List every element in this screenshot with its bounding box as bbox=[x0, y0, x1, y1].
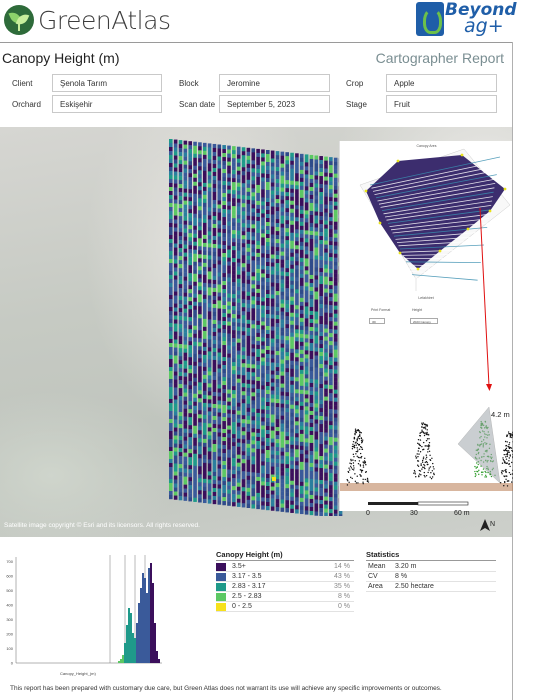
header-divider bbox=[0, 42, 512, 43]
statistic-value: 8 % bbox=[395, 573, 408, 580]
legend-range: 3.5+ bbox=[232, 563, 246, 570]
legend-row: 2.5 - 2.83 8 % bbox=[216, 592, 354, 602]
statistic-value: 3.20 m bbox=[395, 563, 417, 570]
statistic-row: Area 2.50 hectare bbox=[366, 582, 496, 592]
legend-percent: 0 % bbox=[337, 603, 350, 610]
inset-height-select[interactable]: 2023 Canopy bbox=[410, 318, 438, 324]
inset-format-select[interactable]: 3D bbox=[369, 318, 385, 324]
legend-percent: 8 % bbox=[337, 593, 350, 600]
beyond-ag-logo: Beyond ag+ bbox=[412, 0, 517, 38]
scan-date-label: Scan date bbox=[179, 100, 216, 109]
legend-percent: 35 % bbox=[334, 583, 350, 590]
histogram-y-tick: 0 bbox=[11, 661, 14, 666]
stage-label: Stage bbox=[346, 100, 367, 109]
histogram-x-label: Canopy_Height_(m) bbox=[60, 671, 96, 676]
inset-select2-label: Height bbox=[412, 308, 423, 312]
inset-select1-label: Print Format bbox=[371, 308, 391, 312]
statistic-row: CV 8 % bbox=[366, 572, 496, 582]
scan-date-field: September 5, 2023 bbox=[219, 95, 330, 113]
histogram-y-tick: 700 bbox=[6, 559, 13, 564]
scale-label-30: 30 bbox=[410, 510, 418, 517]
histogram-y-tick: 600 bbox=[6, 574, 13, 579]
legend-swatch bbox=[216, 593, 226, 601]
legend-percent: 43 % bbox=[334, 573, 350, 580]
legend-row: 3.5+ 14 % bbox=[216, 562, 354, 572]
statistic-label: Mean bbox=[368, 563, 386, 570]
legend-range: 2.83 - 3.17 bbox=[232, 583, 266, 590]
statistic-row: Mean 3.20 m bbox=[366, 562, 496, 572]
client-label: Client bbox=[12, 79, 33, 88]
page-title: Canopy Height (m) bbox=[2, 50, 120, 66]
beyond-ag-badge-icon bbox=[416, 2, 444, 36]
legend-swatch bbox=[216, 583, 226, 591]
report-type: Cartographer Report bbox=[375, 50, 504, 66]
legend-percent: 14 % bbox=[334, 563, 350, 570]
legend-swatch bbox=[216, 563, 226, 571]
legend-swatch bbox=[216, 603, 226, 611]
statistic-label: CV bbox=[368, 573, 378, 580]
sprout-icon bbox=[4, 5, 34, 35]
statistics-title: Statistics bbox=[366, 550, 400, 559]
statistic-label: Area bbox=[368, 583, 383, 590]
crop-field: Apple bbox=[386, 74, 497, 92]
block-label: Block bbox=[179, 79, 199, 88]
legend-range: 2.5 - 2.83 bbox=[232, 593, 262, 600]
legend-swatch bbox=[216, 573, 226, 581]
canopy-height-rows bbox=[169, 139, 343, 516]
stage-field: Fruit bbox=[386, 95, 497, 113]
histogram-y-tick: 300 bbox=[6, 617, 13, 622]
point-cloud-inset: Canopy Ares Lefakhiret 4.2 m Print Forma… bbox=[339, 141, 513, 511]
greenatlas-logo: GreenAtlas bbox=[4, 3, 171, 37]
block-field: Jeromine bbox=[219, 74, 330, 92]
partner-name-line2: ag+ bbox=[464, 15, 504, 37]
scale-label-0: 0 bbox=[366, 510, 370, 517]
legend-range: 3.17 - 3.5 bbox=[232, 573, 262, 580]
canopy-histogram: 700 600 500 400 300 200 100 0 bbox=[6, 555, 162, 666]
inset-graphics: Lefakhiret 4.2 m bbox=[340, 148, 513, 491]
statistics-title-rule bbox=[366, 560, 496, 561]
inset-height-label: 4.2 m bbox=[491, 410, 510, 419]
histogram-y-tick: 200 bbox=[6, 632, 13, 637]
scale-label-60: 60 m bbox=[454, 510, 470, 517]
statistic-value: 2.50 hectare bbox=[395, 583, 434, 590]
orchard-label: Orchard bbox=[12, 100, 41, 109]
histogram-y-tick: 100 bbox=[6, 646, 13, 651]
crop-label: Crop bbox=[346, 79, 364, 88]
report-page: GreenAtlas Beyond ag+ Canopy Height (m) … bbox=[0, 0, 557, 700]
orchard-field: Eskişehir bbox=[52, 95, 162, 113]
histogram-y-tick: 500 bbox=[6, 588, 13, 593]
legend-range: 0 - 2.5 bbox=[232, 603, 252, 610]
legend-row: 0 - 2.5 0 % bbox=[216, 602, 354, 612]
legend-row: 2.83 - 3.17 35 % bbox=[216, 582, 354, 592]
client-field: Şenola Tarım bbox=[52, 74, 162, 92]
north-label: N bbox=[490, 521, 496, 528]
legend-title: Canopy Height (m) bbox=[216, 550, 283, 559]
disclaimer: This report has been prepared with custo… bbox=[10, 685, 442, 692]
inset-mid-label: Lefakhiret bbox=[418, 296, 433, 300]
legend-title-rule bbox=[216, 560, 354, 561]
map-copyright: Satellite image copyright © Esri and its… bbox=[4, 522, 200, 529]
brand-name: GreenAtlas bbox=[38, 5, 171, 35]
legend-row: 3.17 - 3.5 43 % bbox=[216, 572, 354, 582]
histogram-y-tick: 400 bbox=[6, 603, 13, 608]
